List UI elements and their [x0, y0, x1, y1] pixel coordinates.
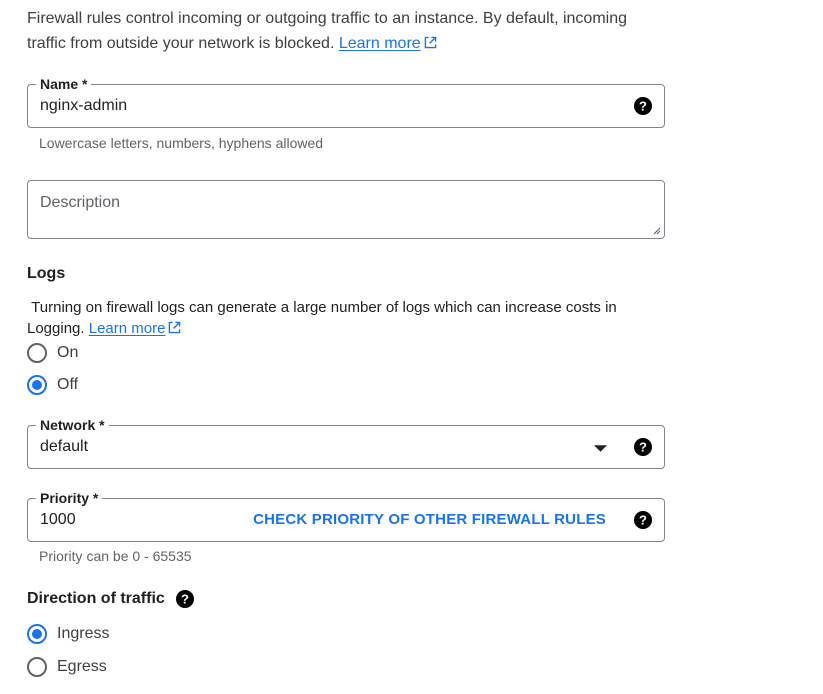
- check-priority-button[interactable]: CHECK PRIORITY OF OTHER FIREWALL RULES: [253, 511, 606, 528]
- open-in-new-icon: [424, 36, 436, 49]
- help-circle-icon[interactable]: ?: [634, 97, 652, 115]
- radio-button[interactable]: [27, 375, 47, 395]
- svg-text:?: ?: [639, 440, 647, 455]
- radio-button[interactable]: [27, 657, 47, 677]
- priority-field-hint: Priority can be 0 - 65535: [39, 548, 192, 564]
- svg-text:?: ?: [639, 99, 647, 114]
- help-circle-icon[interactable]: ?: [175, 590, 194, 608]
- svg-text:?: ?: [181, 592, 189, 607]
- direction-title: Direction of traffic: [27, 590, 165, 607]
- description-placeholder: Description: [40, 194, 121, 211]
- name-field-value[interactable]: nginx-admin: [40, 97, 127, 115]
- radio-label-ingress: Ingress: [57, 625, 110, 642]
- resize-handle-icon[interactable]: [651, 225, 661, 235]
- intro-text: Firewall rules control incoming or outgo…: [27, 6, 667, 56]
- logs-learn-more-link[interactable]: Learn more: [89, 320, 182, 337]
- logs-radio-on[interactable]: On: [27, 341, 78, 365]
- name-field-label: Name *: [36, 75, 92, 93]
- radio-label-on: On: [57, 344, 79, 361]
- intro-learn-more-link[interactable]: Learn more: [339, 35, 437, 52]
- arrow-drop-down-icon[interactable]: [594, 445, 607, 452]
- logs-title: Logs: [27, 265, 66, 282]
- network-select[interactable]: Network * default ?: [27, 416, 665, 469]
- svg-text:?: ?: [639, 513, 647, 528]
- direction-header: Direction of traffic ?: [27, 590, 194, 608]
- logs-description: Turning on firewall logs can generate a …: [27, 297, 627, 339]
- name-field[interactable]: Name * nginx-admin ?: [27, 75, 665, 128]
- description-field[interactable]: Description: [27, 180, 665, 239]
- direction-radio-ingress[interactable]: Ingress: [27, 622, 109, 646]
- help-circle-icon[interactable]: ?: [634, 438, 652, 456]
- priority-field-label: Priority *: [36, 489, 103, 507]
- network-field-label: Network *: [36, 416, 109, 434]
- intro-description: Firewall rules control incoming or outgo…: [27, 10, 628, 52]
- radio-button[interactable]: [27, 624, 47, 644]
- radio-label-egress: Egress: [57, 658, 107, 675]
- network-field-value[interactable]: default: [40, 438, 88, 456]
- name-field-hint: Lowercase letters, numbers, hyphens allo…: [39, 135, 324, 151]
- radio-label-off: Off: [57, 376, 79, 393]
- logs-radio-off[interactable]: Off: [27, 373, 78, 397]
- radio-button[interactable]: [27, 343, 47, 363]
- direction-radio-egress[interactable]: Egress: [27, 655, 107, 679]
- open-in-new-icon: [169, 321, 181, 334]
- priority-field-value[interactable]: 1000: [40, 511, 76, 529]
- help-circle-icon[interactable]: ?: [634, 511, 652, 529]
- priority-field[interactable]: Priority * 1000 CHECK PRIORITY OF OTHER …: [27, 489, 665, 542]
